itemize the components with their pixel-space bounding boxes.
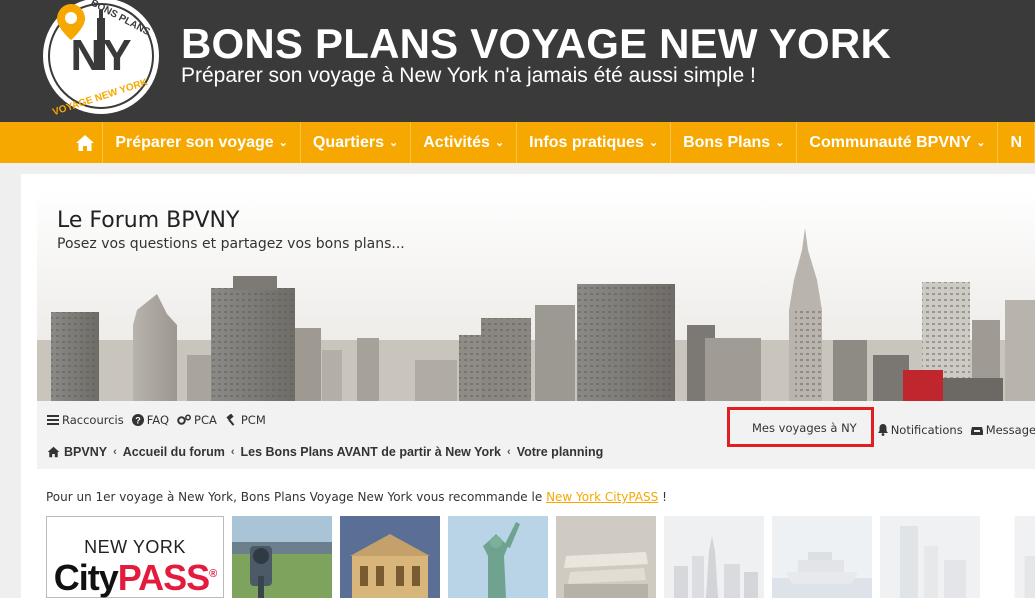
- promo-suffix: !: [658, 490, 667, 504]
- breadcrumb-item[interactable]: Les Bons Plans AVANT de partir à New Yor…: [241, 445, 502, 459]
- notifications-label: Notifications: [890, 423, 963, 437]
- page-content: Le Forum BPVNY Posez vos questions et pa…: [21, 174, 1035, 598]
- bell-icon: [877, 424, 888, 436]
- promo-text: Pour un 1er voyage à New York, Bons Plan…: [46, 490, 667, 504]
- thumbnail-binoculars[interactable]: [232, 516, 332, 598]
- notifications-link[interactable]: Notifications: [877, 423, 963, 437]
- nav-item-label: Préparer son voyage: [115, 133, 274, 151]
- thumbnail-skyline[interactable]: [664, 516, 764, 598]
- messages-link[interactable]: Messages privés: [970, 423, 1035, 437]
- main-nav: Préparer son voyage ⌄ Quartiers ⌄ Activité…: [0, 122, 1035, 163]
- nav-item-label: N: [1010, 133, 1022, 151]
- citypass-pass: PASS: [117, 557, 210, 598]
- nav-item-label: Quartiers: [312, 133, 385, 151]
- thumbnail-towers[interactable]: [880, 516, 980, 598]
- site-title[interactable]: BONS PLANS VOYAGE NEW YORK: [181, 20, 891, 68]
- quicklink-raccourcis[interactable]: Raccourcis: [47, 413, 124, 427]
- nav-item-communaute[interactable]: Communauté BPVNY ⌄: [797, 122, 999, 163]
- home-icon: [76, 134, 95, 151]
- breadcrumb-item[interactable]: BPVNY: [64, 445, 107, 459]
- citypass-card-line1: NEW YORK: [84, 537, 186, 557]
- forum-navbar: Raccourcis ? FAQ PCA PCM Mes voyages à N…: [37, 401, 1035, 469]
- inbox-icon: [970, 427, 983, 435]
- thumbnail-statue-of-liberty[interactable]: [448, 516, 548, 598]
- help-icon: ?: [131, 414, 144, 426]
- menu-icon: [47, 415, 59, 425]
- nav-item-preparer[interactable]: Préparer son voyage ⌄: [103, 122, 301, 163]
- quicklink-pca[interactable]: PCA: [177, 413, 217, 427]
- quicklink-label: Raccourcis: [62, 413, 124, 427]
- gavel-icon: [226, 414, 235, 426]
- nav-home[interactable]: [0, 122, 104, 163]
- nav-item-infos[interactable]: Infos pratiques ⌄: [517, 122, 672, 163]
- forum-banner: Le Forum BPVNY Posez vos questions et pa…: [37, 190, 1035, 401]
- thumbnail-ferry[interactable]: [772, 516, 872, 598]
- forum-title[interactable]: Le Forum BPVNY: [57, 208, 239, 233]
- chevron-down-icon: ⌄: [494, 137, 505, 149]
- svg-text:?: ?: [135, 416, 141, 426]
- thumbnail-guggenheim[interactable]: [556, 516, 656, 598]
- forum-subtitle: Posez vos questions et partagez vos bons…: [57, 236, 405, 252]
- nav-item-bons-plans[interactable]: Bons Plans ⌄: [671, 122, 798, 163]
- breadcrumb-item[interactable]: Accueil du forum: [123, 445, 225, 459]
- quicklink-pcm[interactable]: PCM: [225, 413, 266, 427]
- citypass-card[interactable]: NEW YORK CityPASS®: [46, 516, 224, 598]
- user-links: Mes voyages à NY Notifications Messages …: [727, 407, 1035, 447]
- citypass-logo: CityPASS®: [47, 557, 223, 598]
- nav-item-label: Activités: [423, 133, 490, 151]
- nav-item-label: Communauté BPVNY: [809, 133, 972, 151]
- nav-item-label: Bons Plans: [683, 133, 771, 151]
- citypass-city: City: [53, 557, 119, 598]
- citypass-link[interactable]: New York CityPASS: [546, 490, 658, 504]
- chevron-down-icon: ⌄: [278, 137, 288, 149]
- promo-sentence: Pour un 1er voyage à New York, Bons Plan…: [46, 490, 543, 504]
- thumbnail-building[interactable]: [340, 516, 440, 598]
- chevron-down-icon: ⌄: [775, 137, 785, 149]
- chevron-down-icon: ⌄: [976, 137, 986, 149]
- nav-item-quartiers[interactable]: Quartiers ⌄: [301, 122, 412, 163]
- home-icon: [47, 446, 60, 458]
- quicklink-label: PCM: [240, 413, 266, 427]
- quicklink-label: FAQ: [146, 413, 170, 427]
- breadcrumb-item[interactable]: Votre planning: [517, 445, 604, 459]
- quicklink-faq[interactable]: ? FAQ: [131, 413, 170, 427]
- breadcrumb: BPVNY ‹ Accueil du forum ‹ Les Bons Plan…: [47, 445, 609, 459]
- chevron-left-icon: ‹: [507, 446, 511, 458]
- quicklink-label: PCA: [194, 413, 217, 427]
- chevron-left-icon: ‹: [230, 446, 235, 458]
- mes-voyages-link[interactable]: Mes voyages à NY: [727, 407, 874, 447]
- site-tagline: Préparer son voyage à New York n'a jamai…: [181, 64, 756, 87]
- chevron-down-icon: ⌄: [389, 137, 399, 149]
- registered-mark: ®: [209, 568, 217, 580]
- nav-item-label: Infos pratiques: [529, 133, 644, 151]
- chevron-left-icon: ‹: [113, 446, 117, 458]
- messages-label: Messages privés: [985, 423, 1035, 437]
- site-header: NY BONS PLANS VOYAGE NEW YORK BONS PLANS…: [0, 0, 1035, 122]
- quicklinks: Raccourcis ? FAQ PCA PCM: [47, 413, 274, 427]
- nav-item-truncated[interactable]: N: [998, 122, 1035, 163]
- chevron-down-icon: ⌄: [648, 137, 659, 149]
- site-logo[interactable]: NY BONS PLANS VOYAGE NEW YORK: [41, 0, 161, 116]
- nav-item-activites[interactable]: Activités ⌄: [411, 122, 518, 163]
- thumbnail-partial[interactable]: [988, 516, 1035, 598]
- gears-icon: [177, 414, 191, 425]
